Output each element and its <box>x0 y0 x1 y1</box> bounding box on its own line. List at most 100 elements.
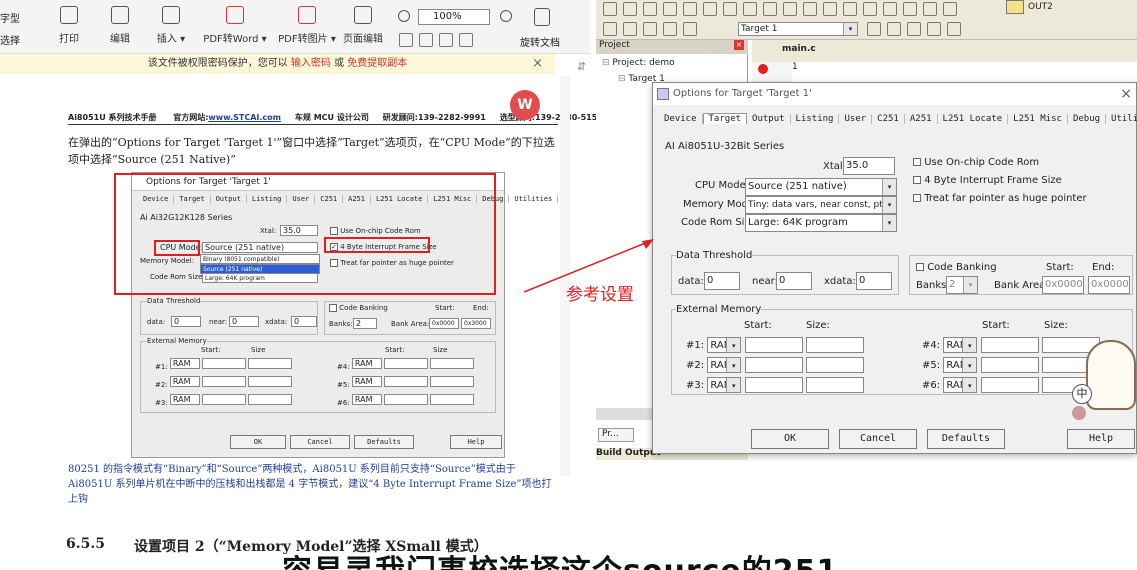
build-icon[interactable] <box>623 22 637 36</box>
paste-icon[interactable] <box>723 2 737 16</box>
memory-model-select[interactable]: Tiny: data vars, near const, ptr-2 ▾ <box>745 196 897 214</box>
pack-installer-icon[interactable] <box>927 22 941 36</box>
bookmark-prev-icon[interactable] <box>843 2 857 16</box>
back-icon[interactable] <box>783 2 797 16</box>
site-link[interactable]: www.STCAI.com <box>208 113 281 122</box>
close-icon[interactable]: × <box>532 54 543 74</box>
data-input[interactable]: 0 <box>704 272 740 290</box>
bookmark-next-icon[interactable] <box>863 2 877 16</box>
translate-icon[interactable] <box>603 22 617 36</box>
tab-utilities[interactable]: Utilities <box>1106 114 1137 124</box>
extmem-row: #2: RAM ▾ <box>686 356 864 376</box>
pdf-to-word-button[interactable]: PDF转Word ▾ <box>200 6 270 45</box>
open-icon[interactable] <box>623 2 637 16</box>
comment-icon[interactable] <box>923 2 937 16</box>
select-pack-icon[interactable] <box>947 22 961 36</box>
ok-button[interactable]: OK <box>751 429 829 449</box>
select-tool[interactable]: 选择 <box>0 32 20 47</box>
page-edit-button[interactable]: 页面编辑 <box>338 6 388 45</box>
interrupt-frame-checkbox[interactable]: 4 Byte Interrupt Frame Size <box>913 175 1062 186</box>
target-options-icon[interactable] <box>867 22 881 36</box>
tab-target[interactable]: Target <box>702 113 748 124</box>
batch-icon[interactable] <box>683 22 697 36</box>
download-icon[interactable] <box>663 22 677 36</box>
pdf-assistant-icon[interactable]: W <box>510 90 540 120</box>
rebuild-icon[interactable] <box>643 22 657 36</box>
tab-l251-locate[interactable]: L251 Locate <box>938 114 1009 124</box>
edit-button[interactable]: 编辑 <box>95 6 145 45</box>
huge-pointer-checkbox[interactable]: Treat far pointer as huge pointer <box>913 193 1087 204</box>
help-button[interactable]: Help <box>1067 429 1135 449</box>
doc-ok: OK <box>230 435 286 449</box>
output-folder-icon[interactable] <box>1006 0 1024 14</box>
file-extensions-icon[interactable] <box>907 22 921 36</box>
onchip-rom-checkbox[interactable]: Use On-chip Code Rom <box>913 157 1039 168</box>
bank-area-end[interactable]: 0x0000 <box>1088 276 1130 294</box>
rotate-icon[interactable] <box>534 8 550 26</box>
tab-c251[interactable]: C251 <box>872 114 905 124</box>
near-input[interactable]: 0 <box>776 272 812 290</box>
tab-l251-misc[interactable]: L251 Misc <box>1008 114 1068 124</box>
xtal-input[interactable]: 35.0 <box>843 157 895 175</box>
project-scrollbar[interactable] <box>596 408 652 420</box>
out-label: OUT2 <box>1028 2 1053 12</box>
tab-a251[interactable]: A251 <box>905 114 938 124</box>
refresh-icon[interactable] <box>439 33 453 47</box>
cpu-mode-select[interactable]: Source (251 native) ▾ <box>745 178 897 196</box>
sidebar-toggle-icon[interactable]: ⇵ <box>577 60 591 74</box>
indent-icon[interactable] <box>883 2 897 16</box>
enter-password-link[interactable]: 输入密码 <box>291 58 331 69</box>
xdata-input[interactable]: 0 <box>856 272 892 290</box>
defaults-button[interactable]: Defaults <box>927 429 1005 449</box>
extract-copy-link[interactable]: 免费提取副本 <box>347 58 407 69</box>
tab-debug[interactable]: Debug <box>1068 114 1107 124</box>
doc-rows-right: #4: RAM #5: RAM #6: RAM <box>337 358 475 412</box>
pdf-page: Ai8051U 系列技术手册 官方网站:www.STCAI.com 车规 MCU… <box>0 76 597 570</box>
outdent-icon[interactable] <box>903 2 917 16</box>
forward-icon[interactable] <box>803 2 817 16</box>
code-banking-checkbox[interactable]: Code Banking <box>916 262 997 273</box>
manage-components-icon[interactable] <box>887 22 901 36</box>
bookmark-icon[interactable] <box>823 2 837 16</box>
ime-icon[interactable]: 中 <box>1072 384 1092 404</box>
tab-output[interactable]: Output <box>747 114 791 124</box>
find-icon[interactable] <box>943 2 957 16</box>
doc-banking-group: Code Banking Start: End: Banks: 2 Bank A… <box>324 301 496 335</box>
zoom-in-icon[interactable] <box>500 10 512 22</box>
copy-icon[interactable] <box>703 2 717 16</box>
tab-listing[interactable]: Listing <box>791 114 840 124</box>
project-tab[interactable]: Pr... <box>598 428 634 442</box>
close-icon[interactable]: × <box>734 40 744 50</box>
single-page-icon[interactable] <box>399 33 413 47</box>
tab-device[interactable]: Device <box>659 114 703 124</box>
banks-select[interactable]: 2 ▾ <box>946 276 978 294</box>
cancel-button[interactable]: Cancel <box>839 429 917 449</box>
rotate-label[interactable]: 旋转文档 <box>520 34 560 49</box>
pdf-to-image-button[interactable]: PDF转图片 ▾ <box>272 6 342 45</box>
new-file-icon[interactable] <box>603 2 617 16</box>
insert-button[interactable]: 插入 ▾ <box>146 6 196 45</box>
continuous-icon[interactable] <box>419 33 433 47</box>
fit-icon[interactable] <box>459 33 473 47</box>
target-select[interactable]: Target 1 ▾ <box>738 22 858 36</box>
pdf-to-word-icon <box>226 6 244 24</box>
tree-root[interactable]: ⊟ Project: demo <box>602 58 675 68</box>
cut-icon[interactable] <box>683 2 697 16</box>
section-number: 6.5.5 <box>66 536 105 552</box>
save-icon[interactable] <box>643 2 657 16</box>
code-rom-select[interactable]: Large: 64K program ▾ <box>745 214 897 232</box>
dialog-close-icon[interactable]: × <box>1120 83 1132 105</box>
editor-tab-main[interactable]: main.c <box>782 44 816 54</box>
insert-icon <box>162 6 180 24</box>
breakpoint-icon[interactable] <box>758 64 768 74</box>
save-all-icon[interactable] <box>663 2 677 16</box>
bank-area-start[interactable]: 0x0000 <box>1042 276 1084 294</box>
redo-icon[interactable] <box>763 2 777 16</box>
zoom-out-icon[interactable] <box>398 10 410 22</box>
doc-threshold-group: Data Threshold data: 0 near: 0 xdata: 0 <box>140 297 318 335</box>
tab-user[interactable]: User <box>839 114 873 124</box>
zoom-field[interactable]: 100% <box>418 9 490 25</box>
font-tool[interactable]: 字型 <box>0 10 20 25</box>
print-button[interactable]: 打印 <box>44 6 94 45</box>
undo-icon[interactable] <box>743 2 757 16</box>
